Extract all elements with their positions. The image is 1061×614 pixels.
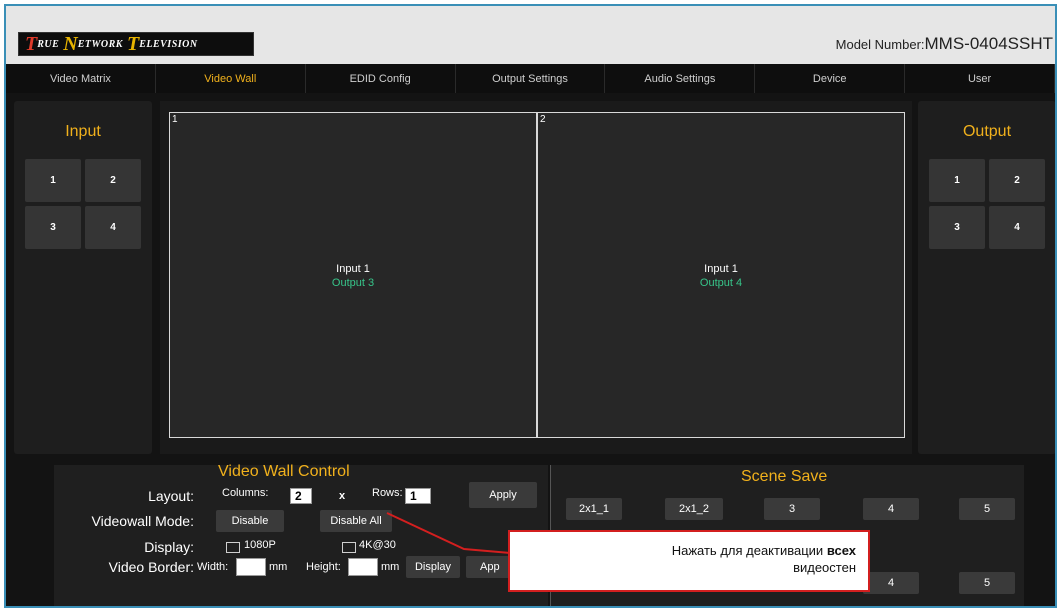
nav-user[interactable]: User [905,64,1055,93]
label-4k30: 4K@30 [359,539,396,551]
nav-video-matrix[interactable]: Video Matrix [6,64,156,93]
model-number: Model Number:MMS-0404SSHT [836,34,1053,54]
output-button-3[interactable]: 3 [929,206,985,249]
output-button-4[interactable]: 4 [989,206,1045,249]
columns-input[interactable]: 2 [290,488,312,504]
input-title: Input [65,123,101,140]
output-title: Output [962,123,1012,140]
width-unit: mm [269,561,288,573]
nav-edid-config[interactable]: EDID Config [306,64,456,93]
video-wall-canvas: 1 Input 1 Output 3 2 Input 1 Output 4 [160,101,912,454]
input-button-1[interactable]: 1 [25,159,81,202]
disable-button[interactable]: Disable [216,510,284,532]
screen-input-label: Input 1 [336,263,370,275]
nav-video-wall[interactable]: Video Wall [156,64,306,93]
input-button-4[interactable]: 4 [85,206,141,249]
header: T RUE N ETWORK T ELEVISION Model Number:… [6,6,1055,64]
layout-apply-button[interactable]: Apply [469,482,537,508]
scene-button-2x1-2[interactable]: 2x1_2 [665,498,723,520]
height-label: Height: [306,561,341,573]
logo-letter-t2: T [126,32,140,55]
scene-button-5[interactable]: 5 [959,498,1015,520]
scene-button-row2-4[interactable]: 4 [863,572,919,594]
output-panel: Output 1 2 3 4 [918,101,1055,454]
logo-word-elevision: ELEVISION [139,38,198,50]
callout-text-pre: Нажать для деактивации [671,543,827,558]
screen-output-label: Output 4 [699,277,743,289]
scene-button-row2-5[interactable]: 5 [959,572,1015,594]
callout-text-bold: всех [826,543,856,558]
control-title: Video Wall Control [218,463,350,480]
width-label: Width: [197,561,229,573]
columns-label: Columns: [222,487,269,499]
screen-output-label: Output 3 [331,277,375,289]
scene-save-title: Scene Save [741,468,828,485]
border-width-input[interactable] [236,558,266,576]
screen-input-label: Input 1 [704,263,738,275]
x-separator: x [339,490,346,502]
nav-device[interactable]: Device [755,64,906,93]
screen-number: 1 [172,114,178,125]
logo-letter-n: N [63,32,78,55]
videowall-mode-label: Videowall Mode: [91,513,194,529]
output-button-2[interactable]: 2 [989,159,1045,202]
input-button-3[interactable]: 3 [25,206,81,249]
rows-input[interactable]: 1 [405,488,431,504]
wall-screen-1[interactable]: 1 Input 1 Output 3 [169,112,537,438]
screen-number: 2 [540,114,546,125]
wall-screen-2[interactable]: 2 Input 1 Output 4 [537,112,905,438]
app-window: T RUE N ETWORK T ELEVISION Model Number:… [4,4,1057,608]
display-label: Display: [144,539,194,555]
logo-word-rue: RUE [37,38,60,50]
video-wall-control-panel: Video Wall Control Layout: Columns: 2 x … [54,463,548,606]
logo-word-etwork: ETWORK [77,38,123,50]
callout-text-post: видеостен [793,560,856,575]
input-button-2[interactable]: 2 [85,159,141,202]
model-label: Model Number: [835,37,925,52]
disable-all-button[interactable]: Disable All [320,510,392,532]
scene-button-2x1-1[interactable]: 2x1_1 [566,498,622,520]
brand-logo: T RUE N ETWORK T ELEVISION [18,32,254,56]
scene-button-3[interactable]: 3 [764,498,820,520]
checkbox-4k30[interactable] [342,542,356,553]
nav-audio-settings[interactable]: Audio Settings [605,64,756,93]
logo-letter-t: T [25,32,38,55]
border-height-input[interactable] [348,558,378,576]
rows-label: Rows: [372,487,403,499]
model-value: MMS-0404SSHT [924,34,1053,53]
output-button-1[interactable]: 1 [929,159,985,202]
video-border-label: Video Border: [108,559,194,575]
scene-button-4[interactable]: 4 [863,498,919,520]
layout-label: Layout: [148,488,194,504]
nav-output-settings[interactable]: Output Settings [456,64,606,93]
label-1080p: 1080P [244,539,276,551]
input-panel: Input 1 2 3 4 [14,101,152,454]
checkbox-1080p[interactable] [226,542,240,553]
border-display-button[interactable]: Display [406,556,460,578]
main-nav: Video Matrix Video Wall EDID Config Outp… [6,64,1055,93]
height-unit: mm [381,561,400,573]
annotation-callout: Нажать для деактивации всех видеостен [508,530,870,592]
